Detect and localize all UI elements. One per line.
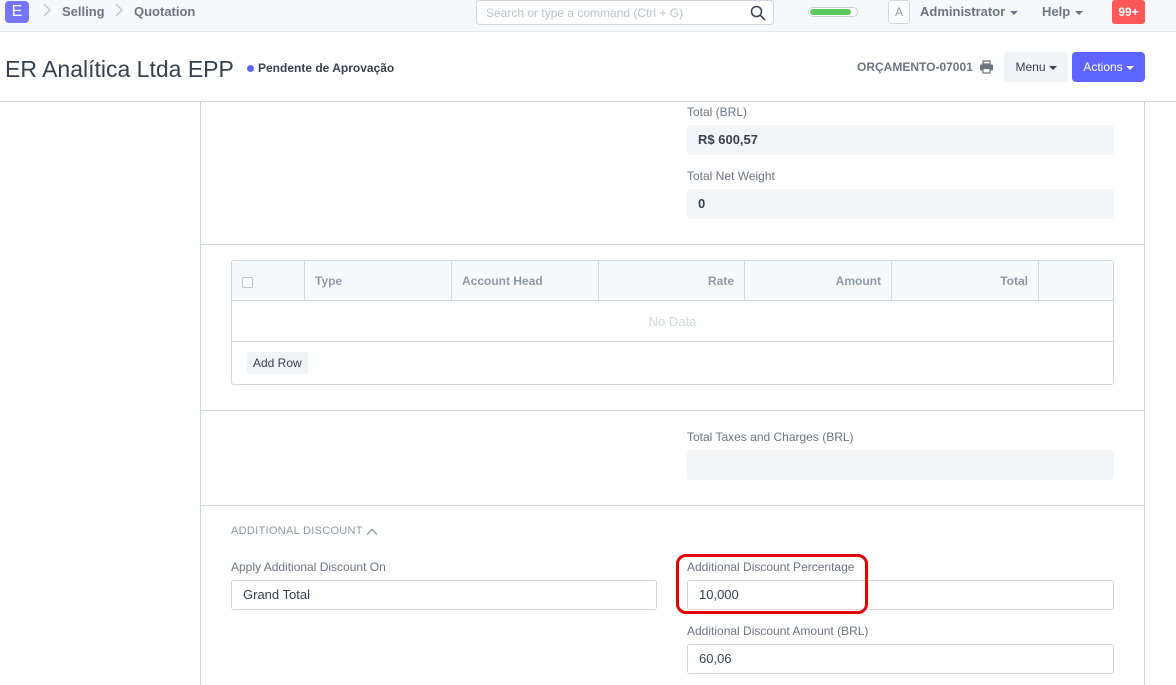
column-header-rate: Rate — [599, 261, 745, 301]
caret-down-icon — [1048, 65, 1057, 70]
sync-progress-bar — [808, 7, 858, 17]
search-placeholder: Search or type a command (Ctrl + G) — [486, 6, 684, 20]
annotation-highlight — [676, 554, 868, 614]
avatar[interactable]: A — [888, 0, 910, 24]
search-icon[interactable] — [749, 4, 767, 22]
apply-discount-on-select[interactable]: Grand Total — [231, 580, 657, 610]
column-header-amount: Amount — [745, 261, 892, 301]
print-icon[interactable] — [979, 60, 994, 74]
caret-down-icon — [1010, 10, 1019, 15]
user-label: Administrator — [920, 4, 1006, 19]
column-header-type: Type — [305, 261, 452, 301]
discount-amount-field[interactable]: 60,06 — [687, 644, 1114, 674]
column-header-account-head: Account Head — [452, 261, 599, 301]
notifications-badge[interactable]: 99+ — [1112, 0, 1145, 24]
help-label: Help — [1042, 4, 1071, 19]
net-weight-label: Total Net Weight — [687, 169, 775, 183]
chevron-up-icon[interactable] — [366, 527, 378, 536]
chevron-right-icon — [43, 3, 51, 17]
empty-table-message: No Data — [232, 302, 1113, 342]
taxes-table: Type Account Head Rate Amount Total No D… — [231, 260, 1114, 385]
status-badge: Pendente de Aprovação — [258, 61, 395, 75]
search-input[interactable]: Search or type a command (Ctrl + G) — [476, 0, 774, 25]
caret-down-icon — [1075, 10, 1084, 15]
section-title-additional-discount[interactable]: ADDITIONAL DISCOUNT — [231, 525, 363, 537]
menu-label: Menu — [1015, 60, 1046, 74]
page-head: ER Analítica Ltda EPP Pendente de Aprova… — [0, 33, 1176, 102]
add-row-button[interactable]: Add Row — [247, 352, 308, 374]
document-name: ORÇAMENTO-07001 — [857, 60, 973, 74]
help-menu[interactable]: Help — [1042, 4, 1084, 19]
total-label: Total (BRL) — [687, 105, 748, 119]
total-value: R$ 600,57 — [687, 125, 1114, 155]
select-all-checkbox[interactable] — [242, 277, 253, 288]
apply-discount-on-label: Apply Additional Discount On — [231, 560, 386, 574]
caret-down-icon — [1125, 65, 1134, 70]
net-weight-value: 0 — [687, 189, 1114, 219]
column-header-total: Total — [892, 261, 1039, 301]
actions-button[interactable]: Actions — [1072, 52, 1145, 82]
breadcrumb-selling[interactable]: Selling — [62, 4, 105, 19]
chevron-right-icon — [115, 3, 123, 17]
discount-amount-label: Additional Discount Amount (BRL) — [687, 624, 869, 638]
menu-button[interactable]: Menu — [1004, 52, 1068, 82]
status-indicator-dot — [247, 65, 254, 72]
breadcrumb-quotation[interactable]: Quotation — [134, 4, 195, 19]
total-taxes-label: Total Taxes and Charges (BRL) — [687, 430, 854, 444]
user-menu[interactable]: Administrator — [920, 4, 1019, 19]
progress-fill — [810, 9, 851, 15]
select-all-cell — [232, 261, 305, 301]
table-header: Type Account Head Rate Amount Total — [232, 261, 1113, 301]
top-navbar: E Selling Quotation Search or type a com… — [0, 0, 1176, 32]
section-divider — [200, 505, 1145, 506]
total-taxes-value — [687, 450, 1114, 480]
section-divider — [200, 410, 1145, 411]
actions-label: Actions — [1083, 60, 1123, 74]
section-divider — [200, 244, 1145, 245]
app-logo[interactable]: E — [5, 1, 29, 23]
page-title: ER Analítica Ltda EPP — [5, 56, 234, 82]
